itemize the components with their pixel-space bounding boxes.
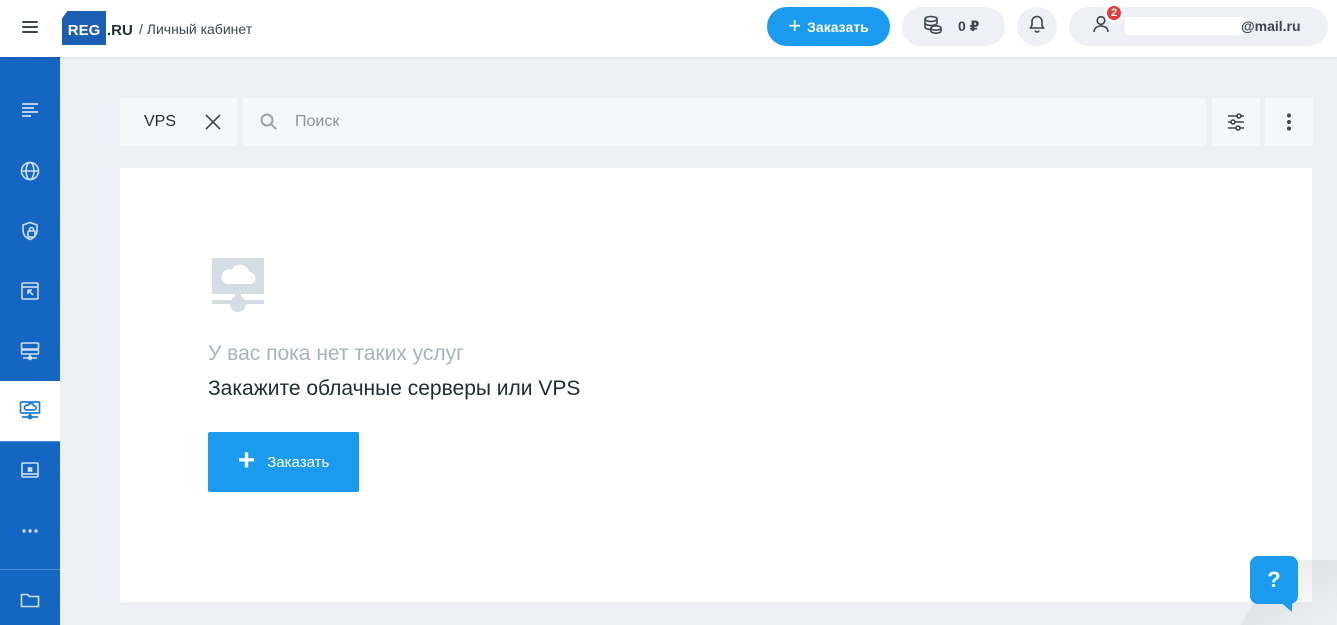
- folder-icon: [20, 593, 40, 608]
- menu-burger-icon[interactable]: [20, 18, 40, 38]
- filter-chip-vps: VPS: [120, 98, 237, 146]
- balance-value: 0 ₽: [958, 18, 980, 34]
- list-icon: [22, 103, 38, 117]
- sidebar-item-security[interactable]: [0, 201, 60, 261]
- more-options-button[interactable]: [1265, 98, 1313, 146]
- order-button-label: Заказать: [807, 18, 869, 35]
- browser-window-icon: [21, 282, 39, 300]
- redacted-username: [1125, 17, 1243, 35]
- shield-lock-icon: [22, 221, 38, 241]
- empty-state-subtitle: Закажите облачные серверы или VPS: [208, 377, 581, 400]
- more-icon: [22, 529, 38, 533]
- breadcrumb: / Личный кабинет: [139, 21, 253, 37]
- filter-settings-button[interactable]: [1212, 98, 1260, 146]
- logo-suffix: .RU: [107, 21, 133, 39]
- services-card: У вас пока нет таких услуг Закажите обла…: [120, 168, 1312, 602]
- globe-icon: [20, 161, 40, 181]
- reg-ru-logo[interactable]: REG .RU: [62, 10, 133, 46]
- top-header: REG .RU / Личный кабинет + Заказать 0 ₽: [0, 0, 1337, 57]
- search-bar: [243, 98, 1206, 146]
- filter-chip-label: VPS: [144, 113, 177, 130]
- sidebar-item-dedicated[interactable]: [0, 441, 60, 501]
- sidebar-item-list[interactable]: [0, 80, 60, 140]
- balance-button[interactable]: 0 ₽: [902, 7, 1005, 46]
- cloud-server-icon: [210, 256, 266, 319]
- sidebar-item-folders[interactable]: [0, 570, 60, 625]
- sidebar-item-website[interactable]: [0, 261, 60, 321]
- monitor-icon: [21, 462, 39, 478]
- close-icon[interactable]: [204, 113, 222, 131]
- sidebar: [0, 57, 60, 625]
- help-button[interactable]: ?: [1250, 556, 1298, 604]
- empty-state-title: У вас пока нет таких услуг: [208, 342, 464, 365]
- account-email: @mail.ru: [1241, 18, 1301, 34]
- notification-count-badge: 2: [1105, 4, 1123, 22]
- bell-icon: [1027, 14, 1047, 39]
- kebab-menu-icon: [1287, 113, 1291, 131]
- sliders-icon: [1228, 113, 1244, 131]
- search-input[interactable]: [295, 98, 1175, 146]
- sidebar-item-cloud-vps[interactable]: [0, 381, 60, 441]
- notifications-button[interactable]: [1017, 7, 1057, 46]
- sidebar-item-hosting[interactable]: [0, 321, 60, 381]
- help-bubble-tail: [1278, 600, 1292, 612]
- sidebar-item-more[interactable]: [0, 501, 60, 561]
- plus-icon: +: [788, 12, 802, 38]
- logo-badge: REG: [62, 11, 106, 45]
- plus-icon: +: [237, 443, 256, 477]
- server-icon: [20, 342, 40, 361]
- coins-icon: [922, 14, 944, 39]
- cloud-server-icon: [19, 401, 41, 420]
- account-menu[interactable]: 2 @mail.ru: [1069, 4, 1328, 46]
- order-button-main-label: Заказать: [267, 453, 330, 471]
- order-button-header[interactable]: + Заказать: [767, 7, 890, 46]
- sidebar-item-domains[interactable]: [0, 141, 60, 201]
- order-button-main[interactable]: + Заказать: [208, 432, 359, 492]
- search-icon: [259, 112, 279, 137]
